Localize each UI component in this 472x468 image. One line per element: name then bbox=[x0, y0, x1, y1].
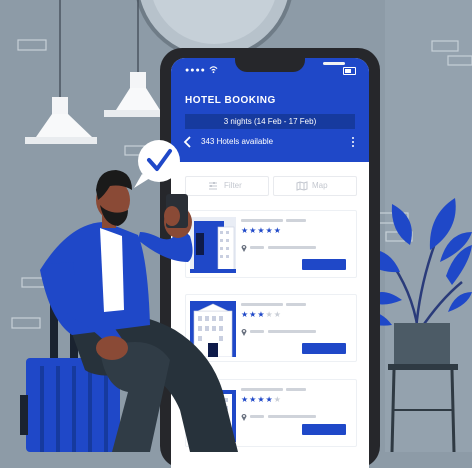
star-rating: ★★★★★ bbox=[241, 310, 282, 319]
hotel-card[interactable]: ★★★★★ bbox=[185, 379, 357, 447]
date-range-selector[interactable]: 3 nights (14 Feb - 17 Feb) bbox=[185, 114, 355, 129]
hotel-name-placeholder bbox=[286, 303, 306, 306]
star-icon: ★ bbox=[265, 226, 274, 235]
filter-button[interactable]: Filter bbox=[185, 176, 269, 196]
star-icon: ★ bbox=[273, 226, 282, 235]
hotel-thumbnail bbox=[190, 217, 236, 273]
hotel-thumbnail bbox=[190, 386, 236, 442]
location-placeholder bbox=[268, 330, 316, 333]
star-icon: ★ bbox=[273, 395, 282, 404]
hotel-name-placeholder bbox=[286, 219, 306, 222]
speaker-bar bbox=[323, 62, 345, 65]
signal-dots: ●●●● bbox=[185, 67, 206, 74]
star-icon: ★ bbox=[273, 310, 282, 319]
hotel-card[interactable]: ★★★★★ bbox=[185, 294, 357, 362]
phone-screen: ●●●● HOTEL BOOKING 3 nights (14 Feb - 17… bbox=[171, 58, 369, 468]
hotels-count: 343 Hotels available bbox=[201, 137, 274, 146]
location-pin-icon bbox=[241, 245, 247, 252]
location-placeholder bbox=[250, 415, 264, 418]
location-placeholder bbox=[250, 246, 264, 249]
location-placeholder bbox=[250, 330, 264, 333]
star-icon: ★ bbox=[257, 226, 266, 235]
book-button[interactable] bbox=[302, 424, 346, 435]
book-button[interactable] bbox=[302, 343, 346, 354]
star-icon: ★ bbox=[265, 310, 274, 319]
app-title: HOTEL BOOKING bbox=[185, 95, 276, 106]
battery-icon bbox=[343, 67, 356, 75]
location-placeholder bbox=[268, 246, 316, 249]
location-pin-icon bbox=[241, 329, 247, 336]
book-button[interactable] bbox=[302, 259, 346, 270]
phone-notch bbox=[235, 58, 345, 72]
star-icon: ★ bbox=[265, 395, 274, 404]
map-icon bbox=[296, 181, 308, 191]
hotel-card[interactable]: ★★★★★ bbox=[185, 210, 357, 278]
hotel-name-placeholder bbox=[286, 388, 306, 391]
star-icon: ★ bbox=[257, 395, 266, 404]
star-icon: ★ bbox=[241, 310, 250, 319]
back-arrow-icon[interactable] bbox=[183, 136, 193, 148]
star-icon: ★ bbox=[257, 310, 266, 319]
hotel-name-placeholder bbox=[241, 303, 283, 306]
location-pin-icon bbox=[241, 414, 247, 421]
more-vertical-icon[interactable] bbox=[351, 136, 355, 148]
star-rating: ★★★★★ bbox=[241, 226, 282, 235]
hotel-name-placeholder bbox=[241, 219, 283, 222]
filter-label: Filter bbox=[224, 181, 242, 190]
star-icon: ★ bbox=[241, 395, 250, 404]
map-button[interactable]: Map bbox=[273, 176, 357, 196]
app-header: ●●●● HOTEL BOOKING 3 nights (14 Feb - 17… bbox=[171, 58, 369, 162]
map-label: Map bbox=[312, 181, 328, 190]
location-placeholder bbox=[268, 415, 316, 418]
filter-icon bbox=[209, 182, 217, 190]
wifi-icon bbox=[209, 66, 218, 74]
star-icon: ★ bbox=[241, 226, 250, 235]
hotel-thumbnail bbox=[190, 301, 236, 357]
star-rating: ★★★★★ bbox=[241, 395, 282, 404]
hotel-name-placeholder bbox=[241, 388, 283, 391]
